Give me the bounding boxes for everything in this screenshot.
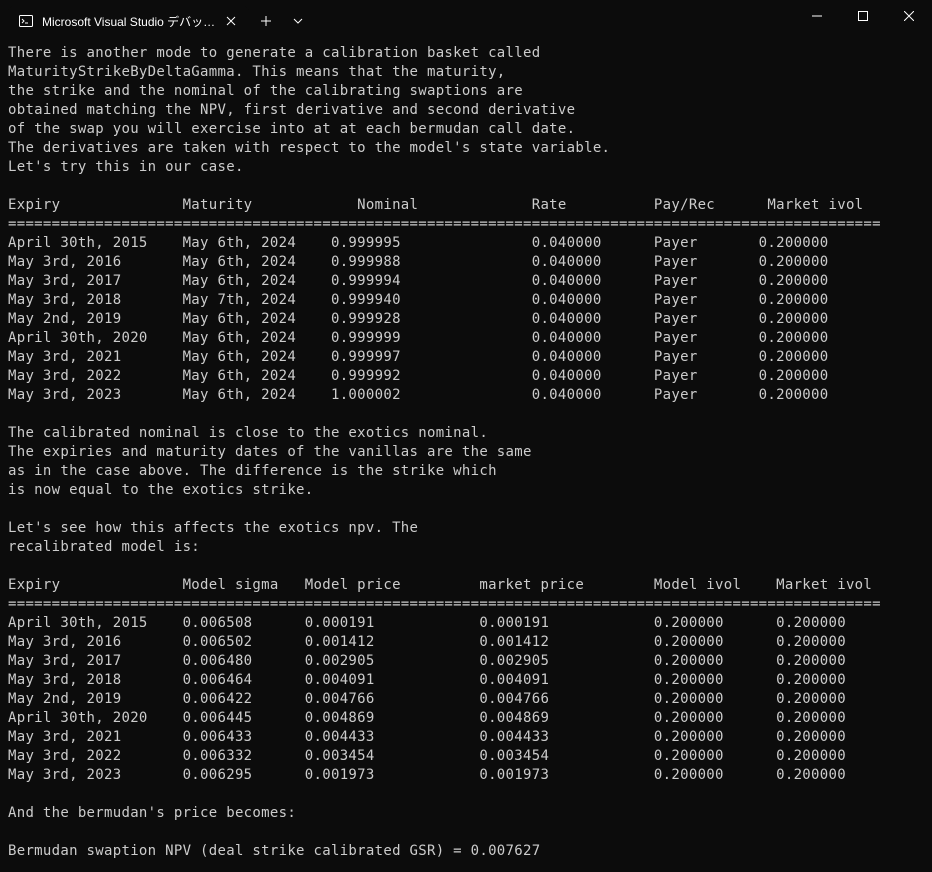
window-controls — [794, 0, 932, 32]
tab-dropdown-button[interactable] — [283, 6, 313, 36]
active-tab[interactable]: Microsoft Visual Studio デバッ… — [8, 6, 249, 36]
maximize-button[interactable] — [840, 0, 886, 32]
tab-close-button[interactable] — [223, 13, 239, 29]
terminal-output[interactable]: There is another mode to generate a cali… — [0, 36, 932, 872]
new-tab-button[interactable] — [249, 6, 283, 36]
tab-title: Microsoft Visual Studio デバッ… — [42, 13, 215, 30]
close-window-button[interactable] — [886, 0, 932, 32]
console-icon — [18, 13, 34, 29]
minimize-button[interactable] — [794, 0, 840, 32]
titlebar-drag-area[interactable] — [313, 0, 794, 36]
title-bar: Microsoft Visual Studio デバッ… — [0, 0, 932, 36]
